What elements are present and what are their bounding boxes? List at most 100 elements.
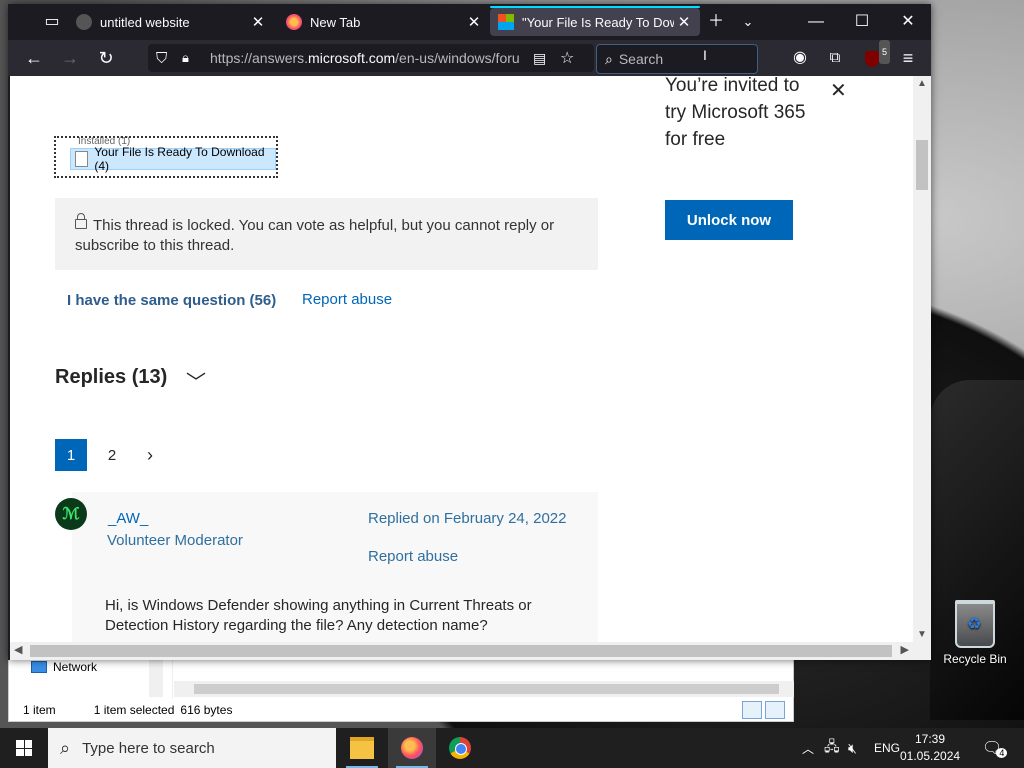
taskbar: ⌕ Type here to search ︿ 🖧︎ 🔇︎ ENG 17:39 … [0,728,1024,768]
list-all-tabs-button[interactable]: ⌄ [736,10,760,34]
download-item-label: Your File Is Ready To Download (4) [94,145,265,173]
wallpaper-shape [930,380,1024,720]
tab-untitled-website[interactable]: untitled website ✕ [68,8,274,36]
folder-icon [350,737,374,759]
reply-report-abuse-link[interactable]: Report abuse [368,548,458,565]
recycle-bin-label: Recycle Bin [943,652,1007,666]
ad-text: You’re invited to try Microsoft 365 for … [665,76,806,150]
tab-label: "Your File Is Ready To Downlo [522,14,674,30]
clock-date: 01.05.2024 [900,749,961,763]
url-prefix: https://answers. [210,50,309,66]
tab-bar: ▭ untitled website ✕ New Tab ✕ "Your Fil… [8,4,931,40]
firefox-icon [286,14,302,30]
firefox-view-button[interactable]: ▭ [40,10,64,34]
notifications-button[interactable]: 🗨︎ 4 [982,728,1008,768]
chevron-right-icon[interactable]: › [140,439,160,471]
nav-item-network[interactable]: Network [31,659,97,675]
recycle-bin[interactable]: ♻ Recycle Bin [942,600,1008,666]
language-indicator[interactable]: ENG [874,728,900,768]
nav-item-network-label: Network [53,660,98,674]
lock-icon [75,213,87,229]
url-bar[interactable]: ⛉ 🔒︎ https://answers.microsoft.com/en-us… [148,44,594,72]
status-size: 616 bytes [180,703,233,717]
bookmark-star-icon[interactable]: ☆ [560,48,574,68]
scroll-down-icon[interactable]: ▼ [917,629,927,640]
page-content: Installed (1) Your File Is Ready To Down… [10,76,913,642]
avatar[interactable]: ℳ [55,498,87,530]
scroll-thumb[interactable] [30,645,892,657]
close-window-button[interactable]: ✕ [896,10,920,34]
scroll-left-icon[interactable]: ◀ [14,643,22,656]
tab-label: New Tab [310,14,361,30]
large-icons-view-button[interactable] [765,701,785,719]
url-suffix: /en-us/windows/foru [395,50,520,66]
network-icon [31,661,47,673]
extensions-icon[interactable]: ⧉ [823,46,847,70]
reload-button[interactable]: ↻ [94,46,118,70]
taskbar-search-placeholder: Type here to search [82,739,215,757]
lock-icon[interactable]: 🔒︎ [182,50,189,66]
firefox-taskbar-button[interactable] [388,728,436,768]
tab-your-file-ready[interactable]: "Your File Is Ready To Downlo ✕ [490,6,700,36]
page-horizontal-scrollbar[interactable]: ◀ ▶ [10,642,913,660]
explorer-horizontal-scrollbar[interactable] [174,681,794,697]
close-tab-icon[interactable]: ✕ [464,13,484,31]
network-icon[interactable]: 🖧︎ [824,728,840,768]
file-explorer-window: Network 1 item 1 item selected 616 bytes [8,658,794,722]
shield-icon[interactable]: ⛉ [156,50,167,67]
reply-role: Volunteer Moderator [107,532,243,549]
unlock-now-button[interactable]: Unlock now [665,200,793,240]
forward-button[interactable]: → [58,46,82,70]
page-1-button[interactable]: 1 [55,439,87,471]
notification-count: 4 [996,748,1008,758]
explorer-nav-scrollbar[interactable] [149,659,163,697]
download-screenshot-image: Installed (1) Your File Is Ready To Down… [54,136,278,178]
tab-new-tab[interactable]: New Tab ✕ [278,8,490,36]
replies-heading: Replies (13) [55,366,168,388]
chrome-taskbar-button[interactable] [436,728,484,768]
page-vertical-scrollbar[interactable]: ▲ ▼ [913,76,931,642]
chevron-down-icon[interactable]: ﹀ [186,366,206,395]
scroll-thumb[interactable] [916,140,928,190]
taskbar-search-box[interactable]: ⌕ Type here to search [48,728,336,768]
same-question-button[interactable]: I have the same question (56) [67,292,276,309]
back-button[interactable]: ← [22,46,46,70]
report-abuse-link[interactable]: Report abuse [302,291,392,308]
maximize-button[interactable]: ☐ [850,10,874,34]
tab-label: untitled website [100,14,190,30]
reply-username[interactable]: _AW_ [108,510,148,527]
reply-date: Replied on February 24, 2022 [368,510,567,527]
start-button[interactable] [0,728,48,768]
show-hidden-icons-button[interactable]: ︿ [802,728,814,768]
download-item: Your File Is Ready To Download (4) [70,145,276,173]
search-icon: ⌕ [60,737,71,758]
reader-view-icon[interactable]: ▤ [533,50,546,67]
view-buttons [742,701,785,719]
volume-muted-icon[interactable]: 🔇︎ [848,728,857,768]
minimize-button[interactable]: — [804,10,828,34]
page-2-button[interactable]: 2 [100,439,124,471]
microsoft-logo-icon [498,14,514,30]
account-icon[interactable]: ◉ [788,46,812,70]
close-tab-icon[interactable]: ✕ [674,13,694,31]
clock-time: 17:39 [914,732,946,746]
scroll-right-icon[interactable]: ▶ [901,643,909,656]
chrome-icon [449,737,471,759]
search-input[interactable]: ⌕ Search I [596,44,758,74]
firefox-window: ▭ untitled website ✕ New Tab ✕ "Your Fil… [8,4,931,660]
new-tab-button[interactable]: ＋ [704,10,728,34]
close-icon[interactable]: ✕ [830,78,847,103]
scroll-up-icon[interactable]: ▲ [917,78,927,89]
scrollbar-corner [913,642,931,660]
file-explorer-taskbar-button[interactable] [338,728,386,768]
ublock-origin-icon[interactable]: 5 [860,40,890,70]
clock[interactable]: 17:39 01.05.2024 [900,731,960,765]
reply-body: Hi, is Windows Defender showing anything… [105,597,532,634]
close-tab-icon[interactable]: ✕ [248,13,268,31]
url-text[interactable]: https://answers.microsoft.com/en-us/wind… [210,50,522,66]
scroll-thumb[interactable] [194,684,779,694]
details-view-button[interactable] [742,701,762,719]
menu-icon[interactable]: ≡ [896,46,920,70]
status-selected: 1 item selected [93,703,175,717]
explorer-status-bar: 1 item 1 item selected 616 bytes [9,699,793,721]
